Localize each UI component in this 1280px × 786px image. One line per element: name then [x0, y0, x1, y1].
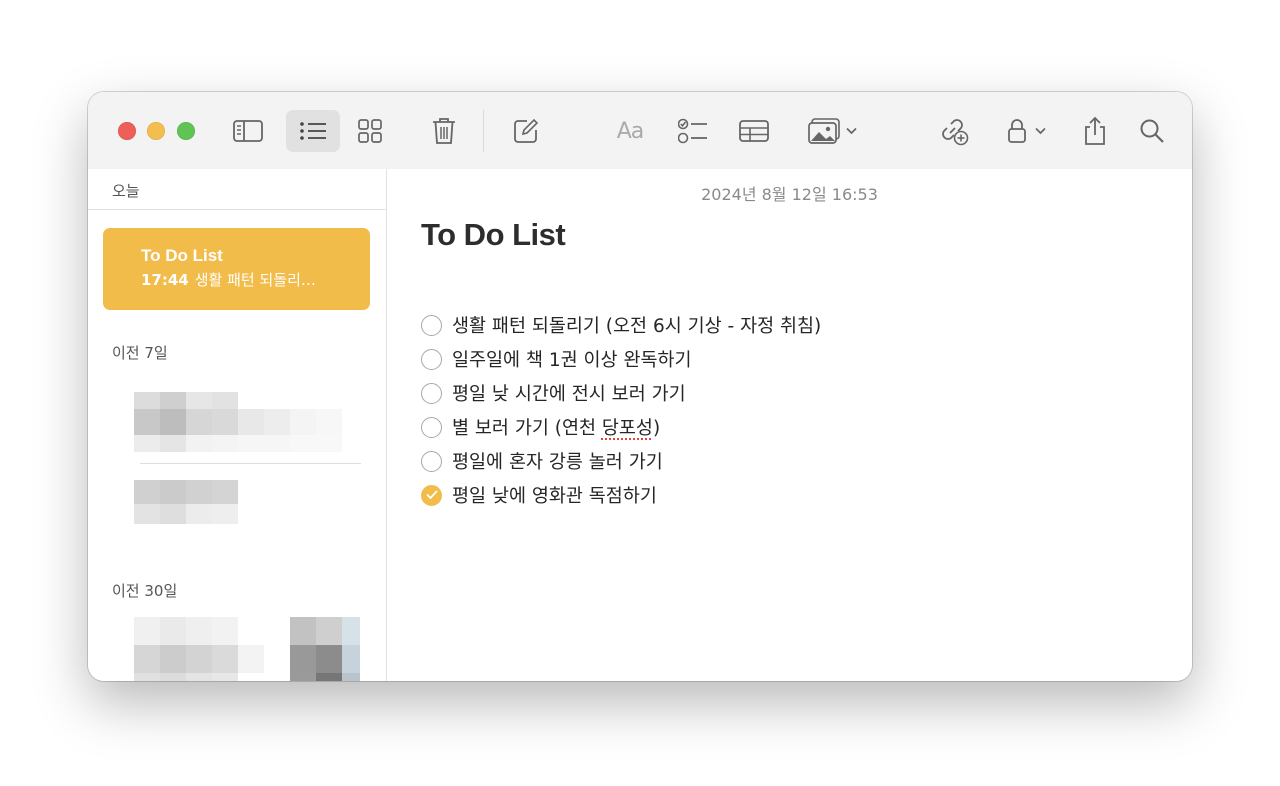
sidebar-icon — [233, 120, 263, 142]
note-item-redacted[interactable] — [134, 480, 344, 532]
format-button[interactable]: Aa — [608, 110, 652, 152]
divider — [140, 463, 361, 464]
section-header-today: 오늘 — [112, 182, 140, 200]
checklist-item[interactable]: 평일에 혼자 강릉 놀러 가기 — [421, 444, 821, 478]
note-item-preview: 생활 패턴 되돌리… — [194, 271, 316, 289]
note-title[interactable]: To Do List — [421, 217, 566, 253]
checklist-item[interactable]: 평일 낮 시간에 전시 보러 가기 — [421, 376, 821, 410]
new-note-button[interactable] — [506, 110, 546, 152]
lock-button[interactable] — [998, 110, 1054, 152]
checklist-button[interactable] — [673, 110, 713, 152]
checklist-item[interactable]: 생활 패턴 되돌리기 (오전 6시 기상 - 자정 취침) — [421, 308, 821, 342]
spellcheck-flagged-word[interactable]: 당포성 — [602, 418, 653, 439]
text-format-icon: Aa — [616, 118, 645, 144]
checklist-item-text[interactable]: 평일 낮 시간에 전시 보러 가기 — [452, 380, 686, 406]
checklist-item-text[interactable]: 일주일에 책 1권 이상 완독하기 — [452, 346, 692, 372]
lock-icon — [1007, 118, 1027, 144]
checklist-item-text[interactable]: 평일 낮에 영화관 독점하기 — [452, 482, 657, 508]
note-date: 2024년 8월 12일 16:53 — [701, 185, 878, 204]
checklist-item[interactable]: 일주일에 책 1권 이상 완독하기 — [421, 342, 821, 376]
checklist-item-text[interactable]: 평일에 혼자 강릉 놀러 가기 — [452, 448, 663, 474]
text-segment: ) — [652, 418, 661, 439]
checkbox-unchecked[interactable] — [421, 382, 442, 404]
media-icon — [807, 118, 840, 144]
note-item-redacted[interactable] — [134, 617, 364, 681]
checkmark-icon — [426, 490, 437, 499]
notes-list-sidebar: 오늘 To Do List 17:44 생활 패턴 되돌리… 이전 7일 이전 3… — [88, 169, 387, 681]
toolbar: Aa — [88, 92, 1192, 169]
checklist-item-text[interactable]: 별 보러 가기 (연천 당포성) — [452, 414, 660, 440]
close-window-button[interactable] — [118, 122, 136, 140]
notes-window: Aa 오늘 To Do List 17:44 생활 패턴 되돌리… 이전 7일 … — [88, 92, 1192, 681]
section-header-previous-30-days: 이전 30일 — [112, 582, 178, 600]
checkbox-checked[interactable] — [421, 484, 442, 506]
note-item-title: To Do List — [141, 246, 223, 265]
collaborate-button[interactable] — [934, 110, 974, 152]
gallery-view-button[interactable] — [350, 110, 390, 152]
link-add-icon — [939, 116, 969, 146]
note-editor[interactable]: 2024년 8월 12일 16:53 To Do List 생활 패턴 되돌리기… — [387, 169, 1192, 681]
delete-button[interactable] — [424, 110, 464, 152]
text-segment: 별 보러 가기 (연천 — [452, 418, 602, 439]
media-button[interactable] — [800, 110, 864, 152]
checkbox-unchecked[interactable] — [421, 314, 442, 336]
divider — [88, 209, 386, 210]
checklist-item[interactable]: 평일 낮에 영화관 독점하기 — [421, 478, 821, 512]
trash-icon — [432, 117, 456, 145]
zoom-window-button[interactable] — [177, 122, 195, 140]
note-item-meta: 17:44 생활 패턴 되돌리… — [141, 269, 351, 290]
checkbox-unchecked[interactable] — [421, 416, 442, 438]
checklist-item[interactable]: 별 보러 가기 (연천 당포성) — [421, 410, 821, 444]
checkbox-unchecked[interactable] — [421, 348, 442, 370]
share-icon — [1083, 116, 1107, 146]
checklist-icon — [678, 118, 708, 144]
checklist-item-text[interactable]: 생활 패턴 되돌리기 (오전 6시 기상 - 자정 취침) — [452, 312, 821, 338]
toolbar-divider — [483, 110, 484, 152]
compose-icon — [513, 118, 539, 144]
sidebar-toggle-button[interactable] — [228, 110, 268, 152]
chevron-down-icon — [1034, 127, 1046, 135]
section-header-previous-7-days: 이전 7일 — [112, 344, 168, 362]
list-view-button[interactable] — [286, 110, 340, 152]
chevron-down-icon — [845, 127, 857, 135]
checklist: 생활 패턴 되돌리기 (오전 6시 기상 - 자정 취침) 일주일에 책 1권 … — [421, 308, 821, 512]
search-button[interactable] — [1132, 110, 1172, 152]
minimize-window-button[interactable] — [147, 122, 165, 140]
note-item-time: 17:44 — [141, 271, 189, 289]
table-icon — [739, 120, 769, 142]
list-icon — [299, 121, 327, 141]
table-button[interactable] — [734, 110, 774, 152]
share-button[interactable] — [1075, 110, 1115, 152]
note-item-redacted[interactable] — [134, 392, 344, 456]
search-icon — [1139, 118, 1165, 144]
note-item-selected[interactable]: To Do List 17:44 생활 패턴 되돌리… — [103, 228, 370, 310]
checkbox-unchecked[interactable] — [421, 450, 442, 472]
grid-icon — [358, 119, 382, 143]
